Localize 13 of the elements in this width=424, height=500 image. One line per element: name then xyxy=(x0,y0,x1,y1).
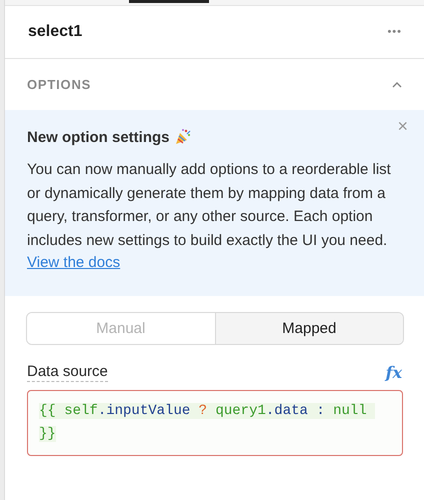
formula-button[interactable]: fx xyxy=(386,363,402,382)
component-name: select1 xyxy=(28,23,82,41)
section-title: OPTIONS xyxy=(27,77,92,92)
party-popper-icon xyxy=(174,128,192,146)
banner-text: You can now manually add options to a reorderable list or dynamically generate them by mapping data from a query, transformer, or any other source. Each option includes new settings to build exactly the UI you need. xyxy=(27,160,392,250)
code-field[interactable]: {{ self.inputValue ? query1.data : null }} xyxy=(27,390,403,456)
banner-title: New option settings xyxy=(27,128,170,146)
mode-tab[interactable]: Mapped xyxy=(214,313,403,344)
field-label: Data source xyxy=(27,363,108,382)
docs-link[interactable]: View the docs xyxy=(27,252,120,274)
close-button[interactable]: × xyxy=(397,116,408,137)
chevron-icon[interactable] xyxy=(392,82,402,88)
more-menu-button[interactable]: ••• xyxy=(387,26,402,38)
